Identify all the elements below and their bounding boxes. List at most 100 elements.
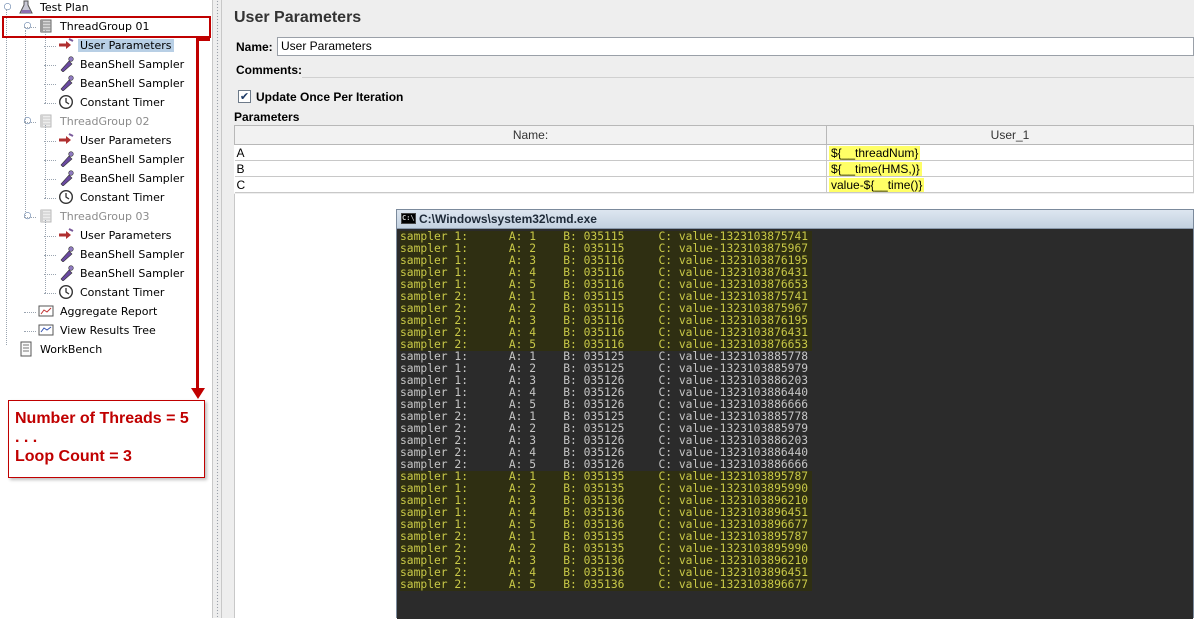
tree-expand-toggle[interactable]: ○ [3,3,12,12]
table-header-row: Name: User_1 [234,125,1194,145]
thread-group-icon [38,208,54,224]
tree-connector [24,331,36,332]
tree-item[interactable]: ThreadGroup 02 [38,113,151,131]
tree-item-label: BeanShell Sampler [80,153,185,166]
tree-item-label: User Parameters [80,229,172,242]
annotation-arrow-line [196,38,199,392]
beanshell-sampler-icon [58,170,74,187]
workbench-icon [18,341,34,357]
tree-item[interactable]: User Parameters [58,227,174,245]
table-row[interactable]: B ${__time(HMS,)} [234,160,1194,177]
table-row[interactable]: Cvalue-${__time()} [234,176,1194,193]
annotation-highlight-box [2,16,211,38]
column-header-user-1[interactable]: User_1 [826,125,1194,145]
tree-item[interactable]: BeanShell Sampler [58,246,186,264]
comments-label: Comments: [236,63,303,77]
param-value-cell[interactable]: ${__threadNum} [826,144,1194,161]
tree-item[interactable]: Test Plan [18,0,91,17]
cmd-output-text: sampler 2: A: 5 B: 035136 C: value-13231… [400,579,813,591]
tree-item-label: ThreadGroup 03 [60,210,150,223]
param-value-text: ${__time(HMS,)} [829,161,922,176]
comments-input[interactable] [302,62,1194,78]
tree-item-label: View Results Tree [60,324,156,337]
tree-item-label: Aggregate Report [60,305,158,318]
beanshell-sampler-icon [58,75,74,92]
update-once-label: Update Once Per Iteration [256,90,404,104]
tree-item-label: WorkBench [40,343,103,356]
cmd-icon: C:\ [401,213,416,225]
tree-item-label: BeanShell Sampler [80,248,185,261]
param-name-cell[interactable]: C [234,176,827,193]
tree-item[interactable]: User Parameters [58,37,174,55]
tree-item[interactable]: BeanShell Sampler [58,151,186,169]
annotation-threads-text: Number of Threads = 5 [15,410,189,427]
test-plan-icon [18,0,34,15]
tree-connector [44,198,56,199]
param-value-cell[interactable]: ${__time(HMS,)} [826,160,1194,177]
cmd-title: C:\Windows\system32\cmd.exe [419,212,597,226]
tree-item-label: BeanShell Sampler [80,267,185,280]
tree-item[interactable]: Aggregate Report [38,303,159,321]
annotation-arrowhead [191,388,205,399]
tree-item[interactable]: ThreadGroup 03 [38,208,151,226]
view-results-tree-icon [38,322,54,338]
parameters-table-body: A ${__threadNum} B ${__time(HMS,)} Cvalue-${… [234,144,1194,193]
param-name-cell[interactable]: A [234,144,827,161]
user-parameters-icon [58,37,74,53]
param-value-cell[interactable]: value-${__time()} [826,176,1194,193]
tree-item[interactable]: Constant Timer [58,189,166,207]
tree-item-label: Constant Timer [80,96,165,109]
tree-item-label: Constant Timer [80,191,165,204]
tree-item[interactable]: Constant Timer [58,284,166,302]
name-label: Name: [236,40,273,54]
tree-item[interactable]: View Results Tree [38,322,158,340]
beanshell-sampler-icon [58,151,74,168]
tree-item-label: BeanShell Sampler [80,172,185,185]
annotation-ellipsis-text: . . . [15,429,38,446]
tree-guide-line [25,30,26,218]
tree-item[interactable]: WorkBench [18,341,104,359]
tree-guide-line [45,125,46,198]
tree-connector [44,103,56,104]
test-plan-tree[interactable]: Test Plan ○ ThreadGroup 01 ○ User Parameters… [0,0,212,618]
tree-guide-line [45,30,46,103]
tree-item-label: ThreadGroup 02 [60,115,150,128]
panel-title: User Parameters [234,9,362,26]
param-value-text: ${__threadNum} [829,145,921,160]
parameters-table: Name: User_1 A ${__threadNum} B ${__time(HM… [234,125,1194,193]
tree-connector [44,293,56,294]
name-input[interactable]: User Parameters [277,37,1194,56]
panel-splitter[interactable] [212,0,222,618]
tree-item-label: Constant Timer [80,286,165,299]
tree-item-label: Test Plan [40,1,89,14]
splitter-grip[interactable] [216,0,219,618]
beanshell-sampler-icon [58,246,74,263]
tree-item[interactable]: User Parameters [58,132,174,150]
column-header-name[interactable]: Name: [234,125,827,145]
tree-item[interactable]: BeanShell Sampler [58,56,186,74]
user-parameters-icon [58,132,74,148]
tree-item-label: User Parameters [80,134,172,147]
table-row[interactable]: A ${__threadNum} [234,144,1194,161]
tree-item-label: BeanShell Sampler [80,58,185,71]
param-name-cell[interactable]: B [234,160,827,177]
constant-timer-icon [58,189,74,205]
parameters-label: Parameters [234,110,300,124]
beanshell-sampler-icon [58,56,74,73]
tree-item[interactable]: BeanShell Sampler [58,265,186,283]
annotation-callout: Number of Threads = 5 . . . Loop Count =… [8,400,205,478]
tree-item[interactable]: Constant Timer [58,94,166,112]
tree-item[interactable]: BeanShell Sampler [58,75,186,93]
cmd-titlebar[interactable]: C:\ C:\Windows\system32\cmd.exe [397,210,1193,229]
update-once-checkbox[interactable]: ✔ [238,90,251,103]
beanshell-sampler-icon [58,265,74,282]
tree-item-label: BeanShell Sampler [80,77,185,90]
cmd-output-line: sampler 2: A: 5 B: 035136 C: value-13231… [400,579,1190,591]
param-value-text: value-${__time()} [829,177,925,192]
user-parameters-icon [58,227,74,243]
tree-item-label: User Parameters [78,39,174,52]
constant-timer-icon [58,94,74,110]
tree-item[interactable]: BeanShell Sampler [58,170,186,188]
aggregate-report-icon [38,303,54,319]
cmd-output: sampler 1: A: 1 B: 035115 C: value-13231… [397,230,1193,619]
